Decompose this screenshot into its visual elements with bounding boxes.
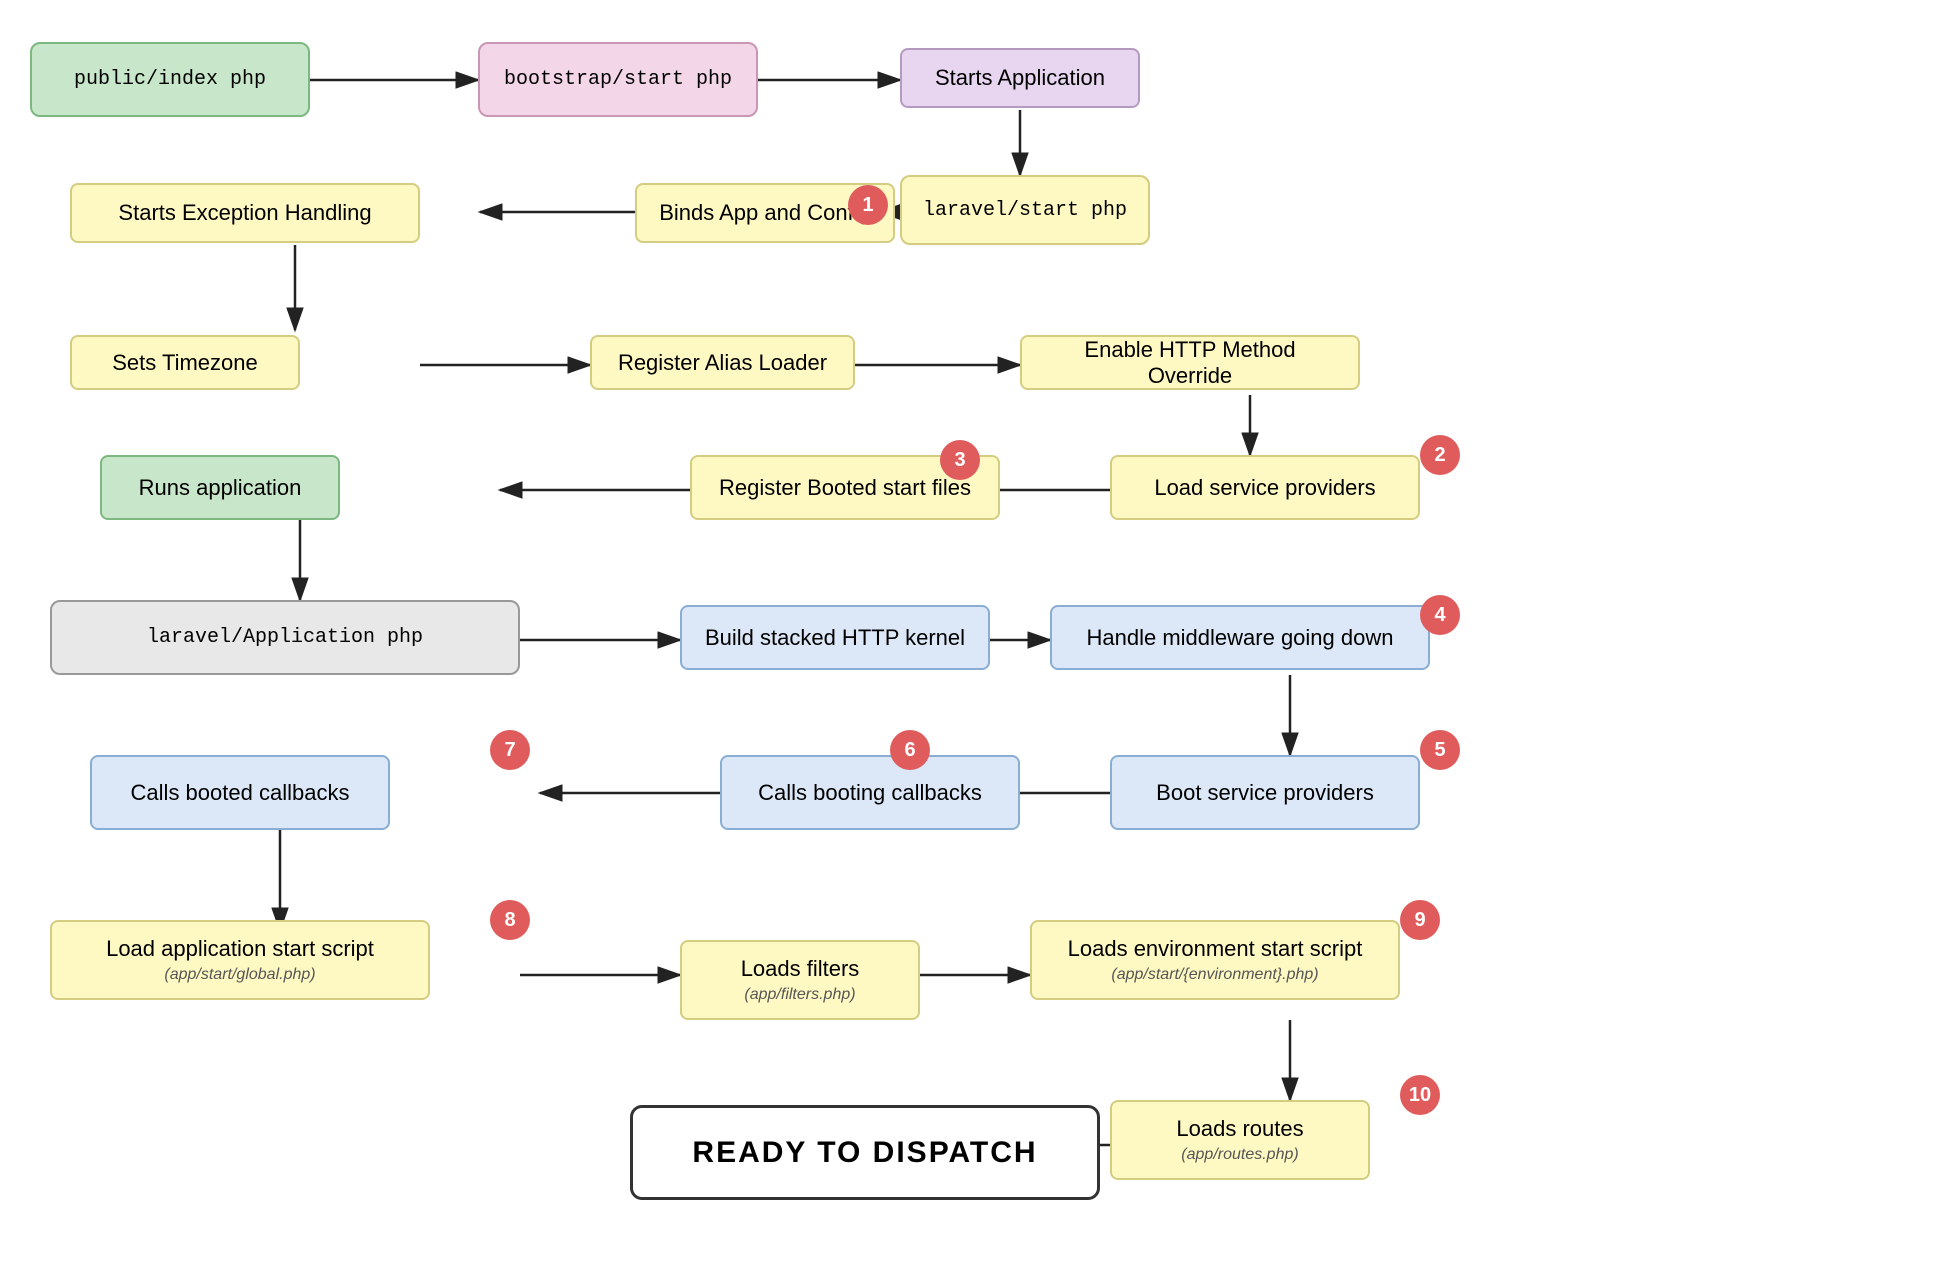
boot-service-node: Boot service providers	[1110, 755, 1420, 830]
diagram: public/index php bootstrap/start php Sta…	[0, 0, 1950, 1273]
runs-application-node: Runs application	[100, 455, 340, 520]
badge-7: 7	[490, 730, 530, 770]
load-service-node: Load service providers	[1110, 455, 1420, 520]
badge-9: 9	[1400, 900, 1440, 940]
laravel-app-node: laravel/Application php	[50, 600, 520, 675]
laravel-start-node: laravel/start php	[900, 175, 1150, 245]
sets-timezone-node: Sets Timezone	[70, 335, 300, 390]
calls-booting-node: Calls booting callbacks	[720, 755, 1020, 830]
handle-middleware-node: Handle middleware going down	[1050, 605, 1430, 670]
bootstrap-start-node: bootstrap/start php	[478, 42, 758, 117]
load-app-start-node: Load application start script (app/start…	[50, 920, 430, 1000]
badge-2: 2	[1420, 435, 1460, 475]
loads-routes-node: Loads routes (app/routes.php)	[1110, 1100, 1370, 1180]
loads-filters-node: Loads filters (app/filters.php)	[680, 940, 920, 1020]
badge-4: 4	[1420, 595, 1460, 635]
calls-booted-node: Calls booted callbacks	[90, 755, 390, 830]
enable-http-node: Enable HTTP Method Override	[1020, 335, 1360, 390]
badge-10: 10	[1400, 1075, 1440, 1115]
ready-to-dispatch-node: READY TO DISPATCH	[630, 1105, 1100, 1200]
badge-5: 5	[1420, 730, 1460, 770]
loads-env-node: Loads environment start script (app/star…	[1030, 920, 1400, 1000]
build-stacked-node: Build stacked HTTP kernel	[680, 605, 990, 670]
starts-application-node: Starts Application	[900, 48, 1140, 108]
starts-exception-node: Starts Exception Handling	[70, 183, 420, 243]
badge-1: 1	[848, 185, 888, 225]
register-alias-node: Register Alias Loader	[590, 335, 855, 390]
public-index-node: public/index php	[30, 42, 310, 117]
badge-6: 6	[890, 730, 930, 770]
badge-8: 8	[490, 900, 530, 940]
badge-3: 3	[940, 440, 980, 480]
